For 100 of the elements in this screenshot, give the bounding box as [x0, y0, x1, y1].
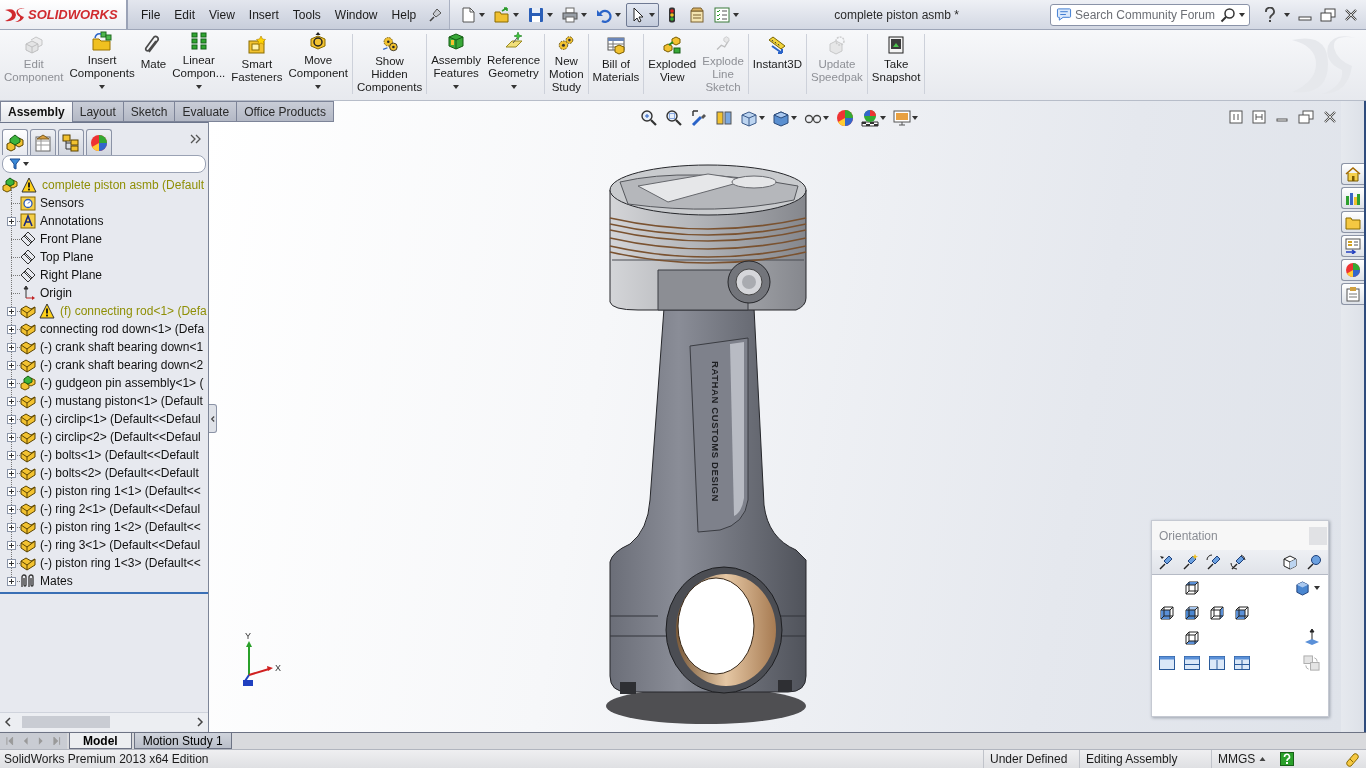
tree-item[interactable]: (-) ring 2<1> (Default<<Defaul — [38, 502, 201, 516]
wire-cube-icon[interactable] — [1282, 554, 1298, 570]
ribbon-button[interactable]: New Motion Study — [546, 30, 587, 94]
menu-item[interactable]: Tools — [285, 7, 328, 22]
ribbon-button[interactable]: Move Component — [285, 30, 351, 94]
caret-icon[interactable] — [649, 12, 656, 17]
scroll-right-icon[interactable] — [196, 717, 204, 727]
expander-icon[interactable] — [6, 504, 16, 514]
split-view-icon[interactable] — [1229, 110, 1243, 124]
view-cube-icon[interactable] — [1233, 605, 1250, 621]
caret-icon[interactable] — [513, 12, 520, 17]
caret-icon[interactable] — [759, 116, 765, 120]
tree-item[interactable]: (-) piston ring 1<2> (Default<< — [38, 520, 201, 534]
scroll-left-icon[interactable] — [4, 717, 12, 727]
close-icon[interactable] — [1344, 7, 1358, 22]
tree-item[interactable]: (-) piston ring 1<1> (Default<< — [38, 484, 201, 498]
tree-item[interactable]: Mates — [38, 574, 73, 588]
menu-item[interactable]: Insert — [241, 7, 286, 22]
expander-icon[interactable] — [6, 522, 16, 532]
toolbar-button[interactable] — [626, 2, 660, 27]
menu-item[interactable]: Edit — [167, 7, 203, 22]
expander-icon[interactable] — [6, 342, 16, 352]
tree-item[interactable]: Sensors — [38, 196, 85, 210]
search-field[interactable]: Search Community Forum — [1050, 3, 1250, 26]
tab[interactable]: Motion Study 1 — [133, 733, 232, 749]
tree-item[interactable]: (-) circlip<2> (Default<<Defaul — [38, 430, 201, 444]
task-pane-tab[interactable] — [1341, 235, 1364, 257]
pushpin-icon[interactable] — [427, 6, 444, 23]
tab[interactable]: Sketch — [122, 101, 176, 122]
expander-icon[interactable] — [6, 540, 16, 550]
expander-icon[interactable] — [6, 432, 16, 442]
menu-item[interactable]: View — [202, 7, 242, 22]
panel-tab[interactable] — [86, 129, 112, 155]
tree-item[interactable]: (-) crank shaft bearing down<1 — [38, 340, 204, 354]
expander-icon[interactable] — [6, 468, 16, 478]
expander-icon[interactable] — [6, 576, 16, 586]
caret-icon[interactable] — [880, 116, 886, 120]
toolbar-button[interactable] — [861, 108, 886, 128]
restore-icon[interactable] — [1298, 110, 1314, 124]
menu-item[interactable]: Window — [327, 7, 385, 22]
tab[interactable]: Evaluate — [174, 101, 238, 122]
expander-icon[interactable] — [6, 360, 16, 370]
viewport-layout-icon[interactable] — [1233, 656, 1250, 670]
capsule-icon[interactable] — [1344, 751, 1360, 767]
task-pane-tab[interactable] — [1341, 211, 1364, 233]
pin-refresh-icon[interactable] — [1206, 554, 1222, 570]
caret-icon[interactable] — [510, 85, 517, 89]
tree-item[interactable]: (-) mustang piston<1> (Default — [38, 394, 203, 408]
task-pane-tab[interactable] — [1341, 187, 1364, 209]
tree-item[interactable]: (-) gudgeon pin assembly<1> ( — [38, 376, 204, 390]
task-pane-tab[interactable] — [1341, 259, 1364, 281]
ribbon-button[interactable]: Bill of Materials — [589, 30, 643, 94]
chevrons-icon[interactable] — [190, 134, 202, 144]
view-cube-icon[interactable] — [1158, 605, 1175, 621]
view-cube-icon[interactable] — [1183, 580, 1200, 596]
horizontal-scrollbar[interactable] — [0, 712, 208, 731]
expander-icon[interactable] — [6, 486, 16, 496]
toolbar-button[interactable] — [772, 108, 797, 128]
filter-field[interactable] — [2, 155, 206, 173]
search-icon[interactable] — [1220, 6, 1236, 23]
tree-item[interactable]: (-) piston ring 1<3> (Default<< — [38, 556, 201, 570]
cube-icon[interactable] — [1295, 580, 1310, 596]
split-view-icon[interactable] — [1252, 110, 1266, 124]
menu-item[interactable]: Help — [384, 7, 424, 22]
tree-item[interactable]: (-) ring 3<1> (Default<<Defaul — [38, 538, 201, 552]
caret-icon[interactable] — [912, 116, 918, 120]
viewport-layout-icon[interactable] — [1158, 656, 1175, 670]
menu-item[interactable]: File — [134, 7, 168, 22]
pin-arrow-icon[interactable] — [1158, 554, 1174, 570]
tree-item[interactable]: Front Plane — [38, 232, 103, 246]
ribbon-button[interactable]: Assembly Features — [428, 30, 484, 94]
view-cube-icon[interactable] — [1183, 630, 1200, 646]
expander-icon[interactable] — [6, 396, 16, 406]
expander-icon[interactable] — [6, 324, 16, 334]
panel-tab[interactable] — [30, 129, 56, 155]
caret-icon[interactable] — [733, 12, 740, 17]
caret-icon[interactable] — [581, 12, 588, 17]
ribbon-button[interactable]: Insert Components — [66, 30, 138, 94]
caret-icon[interactable] — [1284, 12, 1290, 17]
caret-icon[interactable] — [99, 85, 106, 89]
tree-item[interactable]: (-) bolts<1> (Default<<Default — [38, 448, 199, 462]
ribbon-button[interactable]: Take Snapshot — [868, 30, 924, 94]
expander-icon[interactable] — [6, 414, 16, 424]
viewport-layout-icon[interactable] — [1183, 656, 1200, 670]
task-pane-tab[interactable] — [1341, 163, 1364, 185]
expander-icon[interactable] — [6, 306, 16, 316]
tree-item[interactable]: (-) bolts<2> (Default<<Default — [38, 466, 199, 480]
tree-item[interactable]: Top Plane — [38, 250, 94, 264]
caret-icon[interactable] — [315, 85, 322, 89]
ribbon-button[interactable]: Linear Compon... — [169, 30, 229, 94]
view-cube-icon[interactable] — [1208, 605, 1225, 621]
viewport-layout-icon[interactable] — [1208, 656, 1225, 670]
help-icon[interactable] — [1280, 752, 1294, 766]
tree-item[interactable]: Annotations — [38, 214, 104, 228]
ribbon-button[interactable]: Exploded View — [645, 30, 700, 94]
caret-icon[interactable] — [823, 116, 829, 120]
tab[interactable]: Office Products — [236, 101, 334, 122]
tree-item[interactable]: connecting rod down<1> (Defa — [38, 322, 205, 336]
task-pane-tab[interactable] — [1341, 283, 1364, 305]
tree-item[interactable]: (-) crank shaft bearing down<2 — [38, 358, 204, 372]
